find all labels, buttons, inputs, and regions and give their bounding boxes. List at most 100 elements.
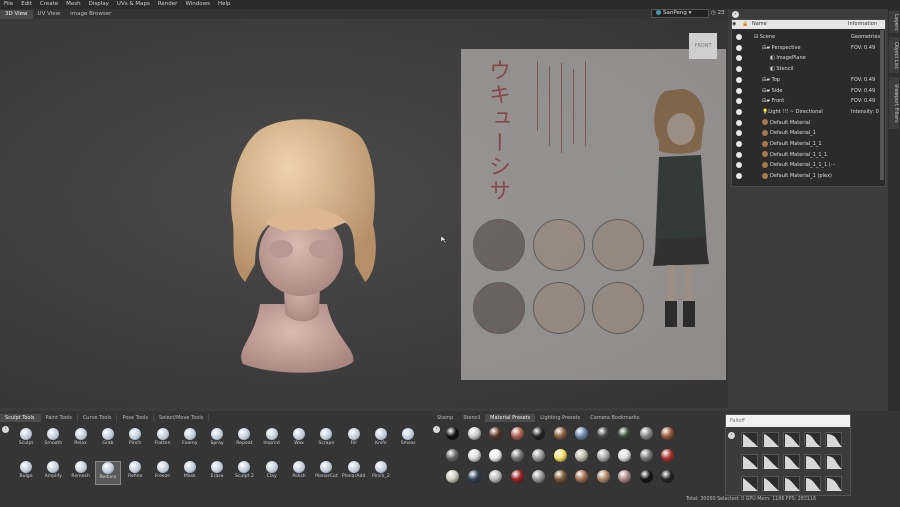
user-selector[interactable]: SanPeng ▾ — [651, 9, 709, 18]
tab-material-presets[interactable]: Material Presets — [485, 414, 536, 422]
visibility-toggle-icon[interactable] — [736, 66, 742, 73]
falloff-curve-preset[interactable] — [762, 476, 779, 491]
material-preset-ball[interactable] — [618, 427, 631, 440]
material-preset-ball[interactable] — [510, 448, 524, 462]
outliner-row[interactable]: Default Material_1_1 — [732, 139, 880, 150]
visibility-toggle-icon[interactable] — [736, 98, 742, 105]
falloff-curve-preset[interactable] — [804, 476, 821, 491]
tool-remesh[interactable]: Remesh — [68, 461, 94, 485]
tab-curve-tools[interactable]: Curve Tools — [78, 414, 118, 422]
material-preset-ball[interactable] — [553, 427, 567, 440]
material-preset-ball[interactable] — [489, 448, 502, 462]
visibility-toggle-icon[interactable] — [736, 162, 742, 169]
visibility-toggle-icon[interactable] — [736, 173, 742, 180]
visibility-toggle-icon[interactable] — [736, 108, 742, 115]
material-preset-ball[interactable] — [596, 448, 610, 462]
material-preset-ball[interactable] — [467, 470, 481, 483]
falloff-curve-preset[interactable] — [762, 432, 779, 447]
outliner-row[interactable]: Default Material_1_1_1 (··· — [732, 160, 880, 171]
falloff-curve-preset[interactable] — [804, 432, 821, 447]
material-preset-ball[interactable] — [446, 427, 459, 440]
outliner-row[interactable]: ⊟▰ Front FOV: 0.49 — [732, 96, 880, 107]
menu-windows[interactable]: Windows — [181, 0, 214, 9]
falloff-curve-preset[interactable] — [825, 432, 842, 447]
material-preset-ball[interactable] — [596, 427, 610, 440]
visibility-toggle-icon[interactable] — [736, 130, 742, 137]
tools-menu-icon[interactable]: › — [2, 426, 9, 433]
outliner-row[interactable]: ⊟▰ Perspective FOV: 0.49 — [732, 43, 880, 54]
menu-render[interactable]: Render — [154, 0, 182, 9]
material-preset-ball[interactable] — [661, 448, 674, 462]
tool-spray[interactable]: Spray — [204, 428, 230, 452]
material-preset-ball[interactable] — [639, 427, 653, 440]
tool-relax[interactable]: Relax — [68, 428, 94, 452]
menu-help[interactable]: Help — [214, 0, 235, 9]
falloff-curve-preset[interactable] — [741, 476, 758, 491]
material-preset-ball[interactable] — [618, 448, 631, 462]
outliner-row[interactable]: 💡Light !!! ~ Directional Intensity: 0 — [732, 107, 880, 118]
tool-bulge[interactable]: Bulge — [13, 461, 39, 485]
materials-menu-icon[interactable]: › — [433, 426, 440, 433]
material-preset-ball[interactable] — [661, 470, 674, 483]
tool-planaradd[interactable]: PlanarAdd — [341, 461, 367, 485]
visibility-toggle-icon[interactable] — [736, 141, 742, 147]
tool-wax[interactable]: Wax — [286, 428, 312, 452]
tab-pose-tools[interactable]: Pose Tools — [117, 414, 154, 422]
falloff-curve-preset[interactable] — [825, 454, 842, 469]
outliner-scrollbar[interactable] — [880, 30, 884, 180]
menu-create[interactable]: Create — [36, 0, 62, 9]
visibility-toggle-icon[interactable] — [736, 76, 742, 83]
visibility-toggle-icon[interactable] — [736, 55, 742, 62]
menu-uvs-maps[interactable]: UVs & Maps — [113, 0, 154, 9]
material-preset-ball[interactable] — [446, 448, 459, 462]
navigation-cube[interactable]: FRONT — [689, 33, 717, 59]
tool-knife[interactable]: Knife — [368, 428, 394, 452]
tab-camera-bookmarks[interactable]: Camera Bookmarks — [585, 414, 644, 422]
material-preset-ball[interactable] — [596, 470, 610, 483]
material-preset-ball[interactable] — [639, 470, 653, 483]
material-preset-ball[interactable] — [575, 448, 588, 462]
tool-fill[interactable]: Fill — [341, 428, 367, 452]
falloff-curve-preset[interactable] — [804, 454, 821, 469]
material-preset-ball[interactable] — [553, 470, 567, 483]
falloff-curve-preset[interactable] — [762, 454, 779, 469]
material-preset-ball[interactable] — [446, 470, 459, 483]
menu-mesh[interactable]: Mesh — [62, 0, 84, 9]
tab-uv-view[interactable]: UV View — [33, 10, 66, 19]
side-tab-layers[interactable]: Layers — [889, 11, 899, 33]
outliner-row[interactable]: ⊟ Scene Geometries — [732, 32, 880, 43]
outliner-row[interactable]: Default Material_1 (plex) — [732, 171, 880, 182]
falloff-curve-preset[interactable] — [783, 476, 800, 491]
visibility-toggle-icon[interactable] — [736, 87, 742, 94]
falloff-curve-preset[interactable] — [783, 454, 800, 469]
tool-mask[interactable]: Mask — [177, 461, 203, 485]
material-preset-ball[interactable] — [661, 427, 674, 440]
outliner-row[interactable]: Default Material_1_1_1 — [732, 150, 880, 161]
side-tab-object-list[interactable]: Object List — [889, 37, 899, 73]
tab-image-browser[interactable]: Image Browser — [65, 10, 116, 19]
side-tab-viewport-filters[interactable]: Viewport Filters — [889, 77, 899, 129]
material-preset-ball[interactable] — [639, 448, 653, 462]
tab-lighting-presets[interactable]: Lighting Presets — [535, 414, 585, 422]
tab-sculpt-tools[interactable]: Sculpt Tools — [0, 414, 41, 422]
material-preset-ball[interactable] — [510, 427, 524, 440]
material-preset-ball[interactable] — [532, 427, 545, 440]
visibility-toggle-icon[interactable] — [736, 34, 742, 40]
material-preset-ball[interactable] — [489, 427, 502, 440]
material-preset-ball[interactable] — [467, 427, 481, 440]
menu-edit[interactable]: Edit — [17, 0, 36, 9]
material-preset-ball[interactable] — [618, 470, 631, 483]
tool-sculpt-2[interactable]: Sculpt 2 — [231, 461, 257, 485]
material-preset-ball[interactable] — [575, 427, 588, 440]
material-preset-ball[interactable] — [532, 470, 545, 483]
menu-file[interactable]: File — [0, 0, 17, 9]
tool-grab[interactable]: Grab — [95, 428, 121, 452]
visibility-toggle-icon[interactable] — [736, 151, 742, 158]
menu-display[interactable]: Display — [85, 0, 113, 9]
tab-3d-view[interactable]: 3D View — [0, 9, 33, 19]
tool-reduce[interactable]: Reduce — [94, 461, 121, 485]
outliner-row[interactable]: ◧ Stencil — [732, 64, 880, 75]
tool-smear[interactable]: Smear — [395, 428, 421, 452]
falloff-menu-icon[interactable]: › — [728, 432, 735, 439]
tool-scrape[interactable]: Scrape — [313, 428, 339, 452]
